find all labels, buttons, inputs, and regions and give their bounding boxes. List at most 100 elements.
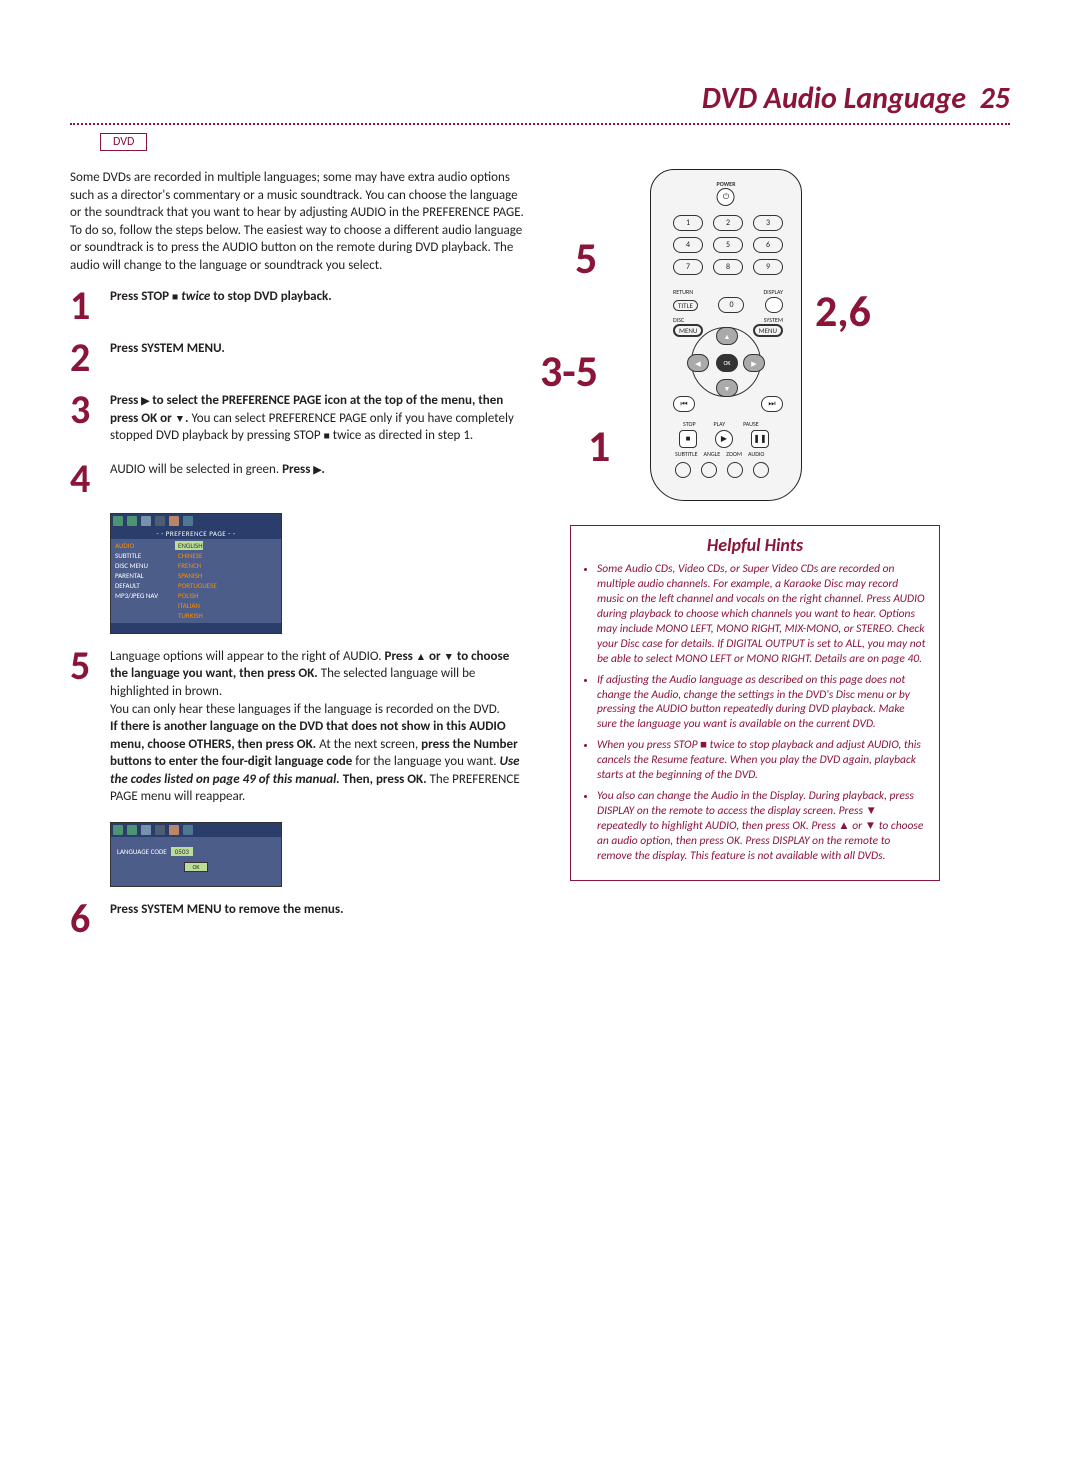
step-number: 4 <box>70 461 110 497</box>
step-number: 3 <box>70 392 110 428</box>
step5-t5: for the language you want. <box>355 754 499 769</box>
osd-row: DISC MENUFRENCH <box>113 561 279 571</box>
step-body: AUDIO will be selected in green. Press . <box>110 461 325 479</box>
power-label: POWER <box>717 180 736 188</box>
hint-item: You also can change the Audio in the Dis… <box>597 789 927 864</box>
pause-button: ❚❚ <box>751 430 769 448</box>
step-3: 3 Press to select the PREFERENCE PAGE ic… <box>70 392 530 445</box>
page-title: DVD Audio Language <box>702 80 966 117</box>
step3-t2: twice as directed in step 1. <box>330 428 473 443</box>
osd2-ok: OK <box>184 862 208 872</box>
step-body: Press STOP twice to stop DVD playback. <box>110 288 332 306</box>
num-8: 8 <box>713 259 743 275</box>
num-5: 5 <box>713 237 743 253</box>
angle-button <box>701 462 717 478</box>
osd-row: MP3/JPEG NAVPOLISH <box>113 591 279 601</box>
num-7: 7 <box>673 259 703 275</box>
step2-text: Press SYSTEM MENU. <box>110 341 225 356</box>
dpad-up: ▲ <box>716 327 738 345</box>
osd-header: - - PREFERENCE PAGE - - <box>111 528 281 539</box>
step5-b6: Then, press OK. <box>340 772 427 787</box>
step5-t3: You can only hear these languages if the… <box>110 702 500 717</box>
step-number: 1 <box>70 288 110 324</box>
display-label: DISPLAY <box>763 288 783 296</box>
audio-label: AUDIO <box>748 450 764 458</box>
step5-b1: Press <box>385 649 416 664</box>
step1-italic: twice <box>181 289 210 304</box>
step-5: 5 Language options will appear to the ri… <box>70 648 530 806</box>
osd-preference-page: - - PREFERENCE PAGE - - AUDIOENGLISHSUBT… <box>110 513 282 634</box>
disc-label: DISC <box>673 316 684 324</box>
num-9: 9 <box>753 259 783 275</box>
step3-b1: Press <box>110 393 141 408</box>
step-number: 2 <box>70 340 110 376</box>
return-label: RETURN <box>673 288 693 296</box>
title-button: TITLE <box>673 300 698 311</box>
hints-title: Helpful Hints <box>583 534 927 556</box>
step1-text1: Press STOP <box>110 289 172 304</box>
step-6: 6 Press SYSTEM MENU to remove the menus. <box>70 901 530 937</box>
audio-button <box>753 462 769 478</box>
osd-row: AUDIOENGLISH <box>113 541 279 551</box>
intro-paragraph: Some DVDs are recorded in multiple langu… <box>70 169 530 274</box>
osd-row: DEFAULTPORTUGUESE <box>113 581 279 591</box>
play-button: ▶ <box>715 430 733 448</box>
up-arrow-icon <box>416 649 426 664</box>
callout-5: 5 <box>575 231 597 285</box>
callout-1: 1 <box>588 419 610 473</box>
callout-26: 2,6 <box>815 284 871 338</box>
system-menu-button: MENU <box>753 324 783 337</box>
osd2-value: 0503 <box>171 847 193 856</box>
ok-button: OK <box>716 354 738 372</box>
angle-label: ANGLE <box>704 450 721 458</box>
step5-b2: or <box>426 649 444 664</box>
step-body: Press to select the PREFERENCE PAGE icon… <box>110 392 530 445</box>
hints-list: Some Audio CDs, Video CDs, or Super Vide… <box>583 562 927 864</box>
subtitle-label: SUBTITLE <box>675 450 698 458</box>
num-3: 3 <box>753 215 783 231</box>
remote-diagram: 5 3-5 1 2,6 POWER ⏻ 123456789 RETURN DIS… <box>570 169 940 519</box>
hint-item: If adjusting the Audio language as descr… <box>597 673 927 733</box>
down-arrow-icon <box>175 411 185 426</box>
power-button: ⏻ <box>717 188 735 206</box>
prev-button: ⏮ <box>673 396 695 412</box>
callout-35: 3-5 <box>540 344 598 398</box>
step4-b1: Press <box>282 462 313 477</box>
play-label: PLAY <box>714 420 726 428</box>
step-number: 6 <box>70 901 110 937</box>
subtitle-button <box>675 462 691 478</box>
dpad-right: ▶ <box>743 354 765 372</box>
osd-row: PARENTALSPANISH <box>113 571 279 581</box>
step4-b2: . <box>321 462 324 477</box>
hint-item: Some Audio CDs, Video CDs, or Super Vide… <box>597 562 927 667</box>
step-number: 5 <box>70 648 110 684</box>
osd-row: SUBTITLECHINESE <box>113 551 279 561</box>
osd2-label: LANGUAGE CODE <box>117 847 167 856</box>
num-1: 1 <box>673 215 703 231</box>
next-button: ⏭ <box>761 396 783 412</box>
osd-row: ITALIAN <box>113 601 279 611</box>
step-4: 4 AUDIO will be selected in green. Press… <box>70 461 530 497</box>
dvd-badge: DVD <box>100 133 147 151</box>
helpful-hints-box: Helpful Hints Some Audio CDs, Video CDs,… <box>570 525 940 881</box>
step-body: Language options will appear to the righ… <box>110 648 530 806</box>
down-arrow-icon <box>444 649 454 664</box>
pause-label: PAUSE <box>743 420 759 428</box>
stop-label: STOP <box>683 420 696 428</box>
dpad-down: ▼ <box>716 379 738 397</box>
stop-icon <box>172 289 178 304</box>
step3-b3: . <box>185 411 188 426</box>
step5-t1: Language options will appear to the righ… <box>110 649 385 664</box>
step-2: 2 Press SYSTEM MENU. <box>70 340 530 376</box>
dpad-left: ◀ <box>687 354 709 372</box>
page-number: 25 <box>980 80 1010 117</box>
step-body: Press SYSTEM MENU to remove the menus. <box>110 901 344 919</box>
page-header: DVD Audio Language 25 <box>70 80 1010 117</box>
step6-b1: Press SYSTEM MENU to remove the menus. <box>110 902 344 917</box>
num-0: 0 <box>718 297 744 313</box>
num-4: 4 <box>673 237 703 253</box>
step5-t4: At the next screen, <box>319 737 421 752</box>
display-button <box>765 297 783 313</box>
zoom-label: ZOOM <box>726 450 742 458</box>
dpad: ▲ ▼ ◀ ▶ OK <box>699 335 753 389</box>
